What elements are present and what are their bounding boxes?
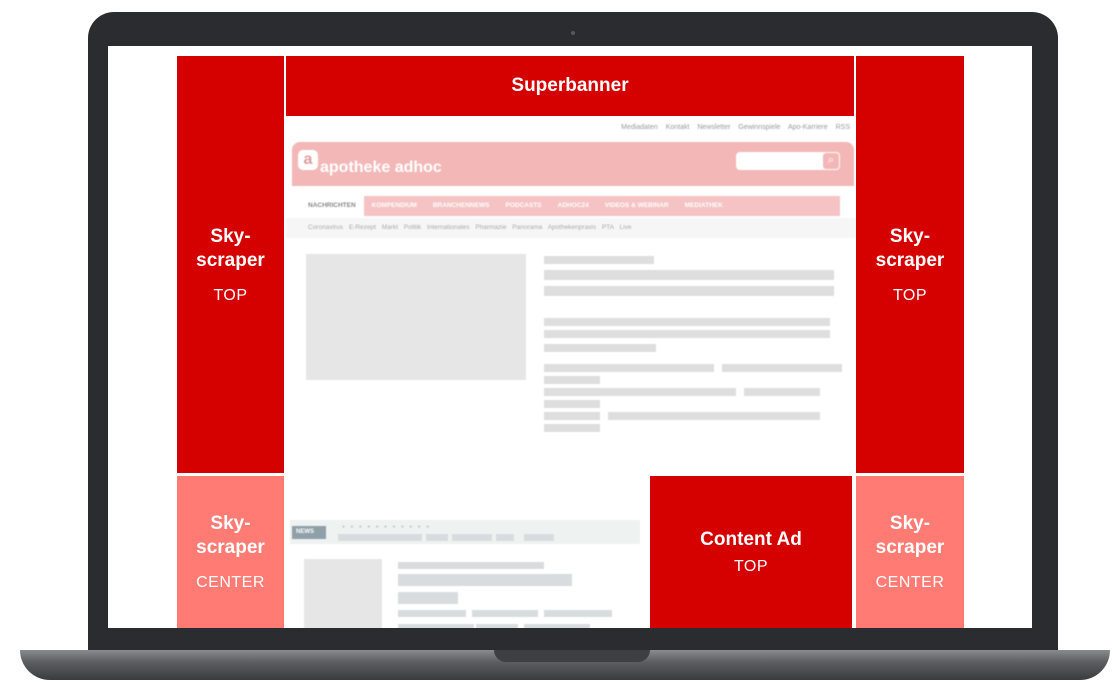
ticker-dots[interactable]: ● ● ● ● ● ● ● ● ● ● ●	[342, 524, 431, 530]
text-placeholder	[524, 624, 590, 628]
nav-item[interactable]: NACHRICHTEN	[300, 196, 364, 216]
nav-item[interactable]: ADHOC24	[550, 196, 597, 216]
ticker-placeholder	[524, 534, 554, 541]
text-placeholder	[744, 388, 820, 396]
text-placeholder	[472, 610, 538, 617]
ad-subtitle: CENTER	[196, 574, 265, 591]
meta-links[interactable]: Mediadaten Kontakt Newsletter Gewinnspie…	[621, 124, 850, 131]
camera-icon	[571, 31, 575, 35]
text-placeholder	[544, 412, 600, 420]
ad-subtitle: CENTER	[875, 574, 945, 591]
ad-title: Content Ad	[700, 529, 802, 550]
skyscraper-left-top-ad: Sky- scraper TOP	[177, 56, 284, 473]
site-logo[interactable]: apotheke adhoc	[320, 159, 442, 177]
search-input[interactable]: ⌕	[736, 152, 840, 170]
skyscraper-right-top-ad: Sky- scraper TOP	[856, 56, 964, 473]
ad-subtitle: TOP	[213, 286, 248, 304]
text-placeholder	[544, 388, 736, 396]
nav-item[interactable]: PODCASTS	[498, 196, 550, 216]
text-placeholder	[544, 270, 834, 280]
content-ad: Content Ad TOP	[650, 476, 852, 628]
text-placeholder	[544, 330, 830, 338]
ticker-placeholder	[426, 534, 448, 541]
text-placeholder	[544, 318, 830, 326]
ad-title: Sky- scraper	[196, 513, 265, 558]
subnav[interactable]: Coronavirus E-Rezept Markt Politik Inter…	[308, 224, 631, 231]
text-placeholder	[544, 256, 654, 264]
text-placeholder	[398, 610, 466, 617]
nav-item[interactable]: KOMPENDIUM	[364, 196, 425, 216]
superbanner-ad: Superbanner	[286, 56, 854, 116]
laptop-screen: Mediadaten Kontakt Newsletter Gewinnspie…	[108, 46, 1032, 628]
nav-item[interactable]: VIDEOS & WEBINAR	[597, 196, 677, 216]
text-placeholder	[544, 610, 612, 617]
ad-title: Sky- scraper	[875, 513, 945, 558]
ad-subtitle: TOP	[733, 558, 769, 575]
site-header: a apotheke adhoc ⌕	[292, 142, 854, 186]
laptop-notch	[494, 650, 650, 662]
skyscraper-right-center-ad: Sky- scraper CENTER	[856, 476, 964, 628]
ad-title: Sky- scraper	[196, 225, 265, 271]
main-nav: NACHRICHTEN KOMPENDIUM BRANCHENNEWS PODCAST…	[300, 196, 840, 216]
text-placeholder	[398, 574, 572, 586]
text-placeholder	[608, 412, 820, 420]
ad-subtitle: TOP	[892, 286, 928, 304]
skyscraper-left-center-ad: Sky- scraper CENTER	[177, 476, 284, 628]
text-placeholder	[544, 400, 600, 408]
text-placeholder	[398, 562, 544, 569]
nav-item[interactable]: BRANCHENNEWS	[425, 196, 498, 216]
ad-title: Superbanner	[511, 75, 629, 96]
ad-title: Sky- scraper	[875, 225, 945, 271]
logo-icon[interactable]: a	[298, 150, 318, 170]
news-tag: NEWS	[292, 526, 326, 539]
text-placeholder	[398, 624, 474, 628]
text-placeholder	[544, 424, 600, 432]
search-icon[interactable]: ⌕	[823, 153, 839, 169]
image-placeholder	[306, 254, 526, 380]
text-placeholder	[476, 624, 518, 628]
image-placeholder	[304, 559, 382, 628]
ticker-placeholder	[452, 534, 492, 541]
text-placeholder	[544, 344, 656, 352]
text-placeholder	[544, 286, 834, 296]
nav-item[interactable]: MEDIATHEK	[677, 196, 731, 216]
ticker-placeholder	[496, 534, 514, 541]
text-placeholder	[398, 592, 458, 604]
text-placeholder	[544, 376, 600, 384]
text-placeholder	[722, 364, 842, 372]
ticker-placeholder	[338, 534, 422, 541]
text-placeholder	[544, 364, 714, 372]
